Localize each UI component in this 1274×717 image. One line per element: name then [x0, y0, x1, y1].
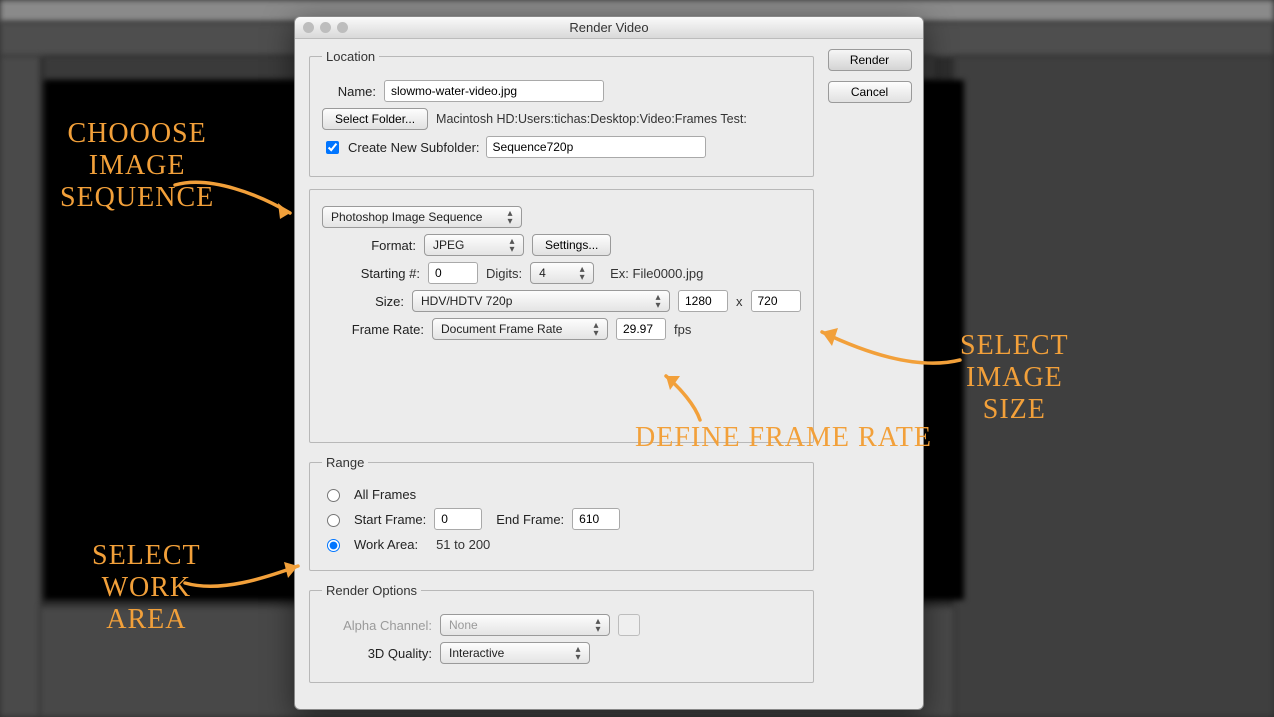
range-legend: Range: [322, 455, 368, 470]
start-frame-label: Start Frame:: [354, 512, 426, 527]
fps-label: fps: [674, 322, 691, 337]
encoder-group: Photoshop Image Sequence Format: JPEG Se…: [309, 189, 814, 443]
cancel-button[interactable]: Cancel: [828, 81, 912, 103]
quality-value: Interactive: [449, 646, 504, 660]
annotation-select-size: SELECT IMAGE SIZE: [960, 330, 1069, 427]
quality-label: 3D Quality:: [322, 646, 432, 661]
size-preset-select[interactable]: HDV/HDTV 720p: [412, 290, 670, 312]
size-x: x: [736, 294, 743, 309]
framerate-label: Frame Rate:: [336, 322, 424, 337]
start-frame-radio[interactable]: [327, 514, 340, 527]
format-label: Format:: [336, 238, 416, 253]
chevron-updown-icon: [653, 294, 663, 310]
size-preset-value: HDV/HDTV 720p: [421, 294, 512, 308]
all-frames-radio[interactable]: [327, 489, 340, 502]
chevron-updown-icon: [591, 322, 601, 338]
render-button[interactable]: Render: [828, 49, 912, 71]
framerate-preset-value: Document Frame Rate: [441, 322, 562, 336]
subfolder-input[interactable]: [486, 136, 706, 158]
encoder-type-select[interactable]: Photoshop Image Sequence: [322, 206, 522, 228]
chevron-updown-icon: [577, 266, 587, 282]
size-width-input[interactable]: [678, 290, 728, 312]
framerate-preset-select[interactable]: Document Frame Rate: [432, 318, 608, 340]
digits-label: Digits:: [486, 266, 522, 281]
digits-value: 4: [539, 266, 546, 280]
dialog-titlebar: Render Video: [295, 17, 923, 39]
chevron-updown-icon: [593, 618, 603, 634]
alpha-value: None: [449, 618, 478, 632]
encoder-type-value: Photoshop Image Sequence: [331, 210, 482, 224]
range-group: Range All Frames Start Frame: End Frame:…: [309, 455, 814, 571]
size-label: Size:: [336, 294, 404, 309]
work-area-value: 51 to 200: [436, 537, 490, 552]
format-value: JPEG: [433, 238, 464, 252]
create-subfolder-label: Create New Subfolder:: [348, 140, 480, 155]
format-select[interactable]: JPEG: [424, 234, 524, 256]
end-frame-label: End Frame:: [496, 512, 564, 527]
close-icon[interactable]: [303, 22, 314, 33]
name-input[interactable]: [384, 80, 604, 102]
dialog-title: Render Video: [569, 20, 648, 35]
arrow-choose-sequence: [170, 175, 310, 235]
render-options-legend: Render Options: [322, 583, 421, 598]
end-frame-input[interactable]: [572, 508, 620, 530]
arrow-select-size: [810, 320, 970, 380]
chevron-updown-icon: [573, 646, 583, 662]
all-frames-label: All Frames: [354, 487, 416, 502]
filename-example: Ex: File0000.jpg: [610, 266, 703, 281]
alpha-swatch: [618, 614, 640, 636]
arrow-select-work-area: [180, 558, 310, 598]
starting-label: Starting #:: [336, 266, 420, 281]
maximize-icon: [337, 22, 348, 33]
create-subfolder-checkbox[interactable]: [326, 141, 339, 154]
quality-select[interactable]: Interactive: [440, 642, 590, 664]
location-group: Location Name: Select Folder... Macintos…: [309, 49, 814, 177]
name-label: Name:: [322, 84, 376, 99]
window-controls: [303, 22, 348, 33]
alpha-select: None: [440, 614, 610, 636]
work-area-label: Work Area:: [354, 537, 418, 552]
alpha-label: Alpha Channel:: [322, 618, 432, 633]
arrow-define-framerate: [660, 370, 720, 428]
starting-number-input[interactable]: [428, 262, 478, 284]
folder-path: Macintosh HD:Users:tichas:Desktop:Video:…: [436, 112, 747, 126]
select-folder-button[interactable]: Select Folder...: [322, 108, 428, 130]
start-frame-input[interactable]: [434, 508, 482, 530]
digits-select[interactable]: 4: [530, 262, 594, 284]
settings-button[interactable]: Settings...: [532, 234, 611, 256]
render-options-group: Render Options Alpha Channel: None 3D Qu…: [309, 583, 814, 683]
work-area-radio[interactable]: [327, 539, 340, 552]
size-height-input[interactable]: [751, 290, 801, 312]
chevron-updown-icon: [505, 210, 515, 226]
minimize-icon: [320, 22, 331, 33]
framerate-input[interactable]: [616, 318, 666, 340]
chevron-updown-icon: [507, 238, 517, 254]
location-legend: Location: [322, 49, 379, 64]
